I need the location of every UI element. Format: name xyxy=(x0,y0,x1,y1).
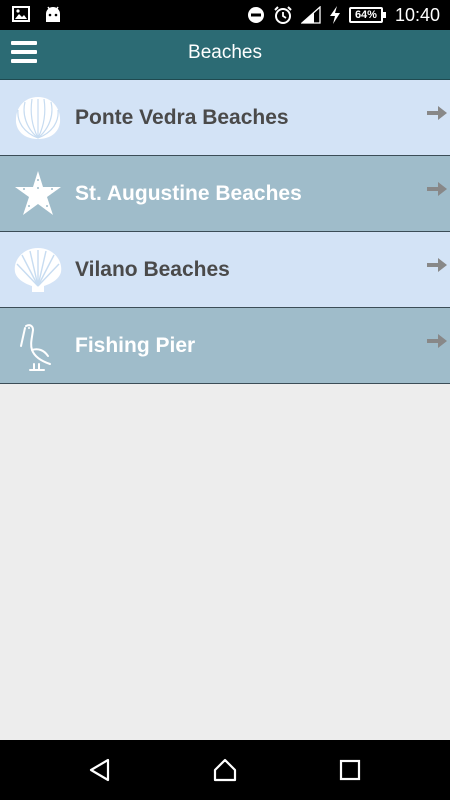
app-bar: Beaches xyxy=(0,30,450,80)
menu-icon-bar xyxy=(11,50,37,54)
arrow-right-icon xyxy=(427,182,447,196)
list-item-st-augustine-beaches[interactable]: St. Augustine Beaches xyxy=(0,156,450,232)
do-not-disturb-icon xyxy=(247,7,264,23)
list-item-vilano-beaches[interactable]: Vilano Beaches xyxy=(0,232,450,308)
list-item-label: Vilano Beaches xyxy=(75,258,230,281)
starfish-icon xyxy=(15,171,61,215)
arrow-right-icon xyxy=(427,106,447,120)
alarm-icon xyxy=(274,6,292,24)
scallop-shell-icon xyxy=(14,248,62,292)
page-title: Beaches xyxy=(188,42,262,63)
system-nav-bar xyxy=(0,740,450,800)
home-icon[interactable] xyxy=(212,757,238,783)
signal-icon xyxy=(300,6,321,24)
charging-icon xyxy=(329,6,340,24)
list-item-label: St. Augustine Beaches xyxy=(75,182,302,205)
list-item-ponte-vedra-beaches[interactable]: Ponte Vedra Beaches xyxy=(0,80,450,156)
gallery-icon xyxy=(12,6,30,22)
arrow-right-icon xyxy=(427,334,447,348)
list-item-label: Fishing Pier xyxy=(75,334,196,357)
pelican-icon xyxy=(20,324,51,371)
status-bar: 64% 10:40 xyxy=(0,0,450,30)
beach-list: Ponte Vedra Beaches St. Augustine Beache… xyxy=(0,80,450,384)
cockle-shell-icon xyxy=(15,97,61,139)
menu-icon-bar xyxy=(11,59,37,63)
recents-icon[interactable] xyxy=(337,757,363,783)
menu-icon-bar xyxy=(11,41,37,45)
battery-indicator: 64% xyxy=(348,7,386,23)
status-time: 10:40 xyxy=(394,4,440,25)
menu-button[interactable] xyxy=(11,41,37,67)
list-item-fishing-pier[interactable]: Fishing Pier xyxy=(0,308,450,384)
list-item-label: Ponte Vedra Beaches xyxy=(75,106,289,129)
back-icon[interactable] xyxy=(87,757,113,783)
android-icon xyxy=(46,6,60,22)
arrow-right-icon xyxy=(427,258,447,272)
